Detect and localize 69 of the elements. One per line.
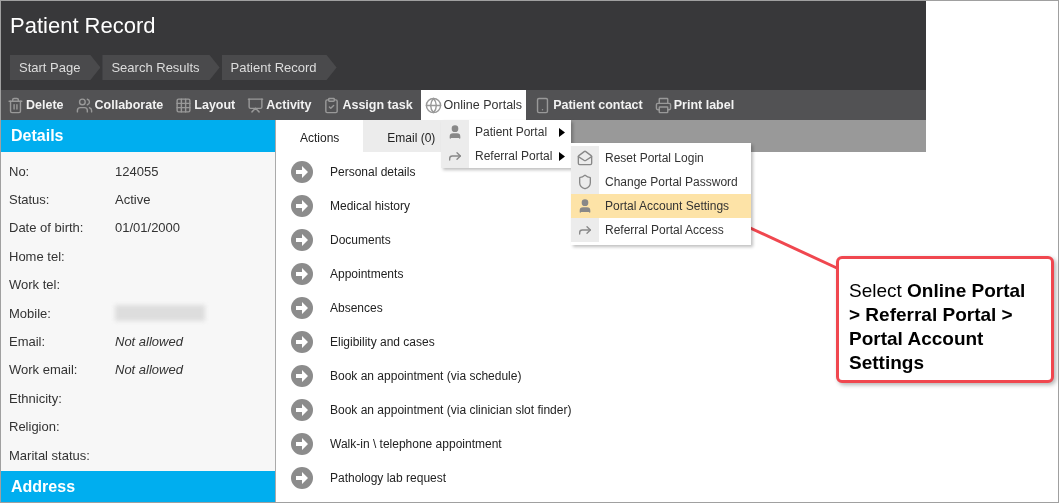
printer-icon	[654, 96, 672, 114]
action-link[interactable]: Appointments	[330, 267, 404, 281]
clipboard-check-icon	[323, 96, 341, 114]
menu-item[interactable]: Reset Portal Login	[571, 146, 751, 170]
field-label: Status:	[9, 192, 51, 208]
field-value: Not allowed	[115, 362, 183, 378]
arrow-circle-icon	[290, 160, 314, 184]
arrow-circle-icon	[290, 330, 314, 354]
envelope-icon	[577, 150, 593, 166]
toolbar-button[interactable]: Print label	[650, 90, 739, 120]
field-value: 01/01/2000	[115, 220, 181, 236]
section-header: Details	[1, 120, 275, 152]
caret-icon	[559, 128, 565, 137]
person-icon	[577, 198, 593, 214]
toolbar-button[interactable]: Assign task	[319, 90, 417, 120]
field-label: Marital status:	[9, 447, 91, 463]
arrow-circle-icon	[290, 398, 314, 422]
arrow-circle-icon	[290, 432, 314, 456]
breadcrumb[interactable]: Start Page	[10, 55, 101, 80]
grid-icon	[175, 96, 193, 114]
action-link[interactable]: Book an appointment (via schedule)	[330, 369, 522, 383]
field-value: Active	[115, 192, 151, 208]
tab[interactable]: Actions	[276, 120, 364, 152]
arrow-circle-icon	[290, 296, 314, 320]
toolbar-button[interactable]: Online Portals	[420, 90, 527, 120]
action-link[interactable]: Documents	[330, 233, 391, 247]
arrow-circle-icon	[290, 262, 314, 286]
action-link[interactable]: Medical history	[330, 199, 411, 213]
toolbar-button[interactable]: Collaborate	[71, 90, 168, 120]
breadcrumb[interactable]: Patient Record	[221, 55, 337, 80]
arrow-circle-icon	[290, 364, 314, 388]
action-link[interactable]: Absences	[330, 301, 383, 315]
section-header: Address	[1, 471, 275, 502]
arrow-circle-icon	[290, 194, 314, 218]
toolbar-button[interactable]: Activity	[243, 90, 316, 120]
action-link[interactable]: Personal details	[330, 165, 416, 179]
callout-note: Select Online Portal > Referral Portal > Portal Account Settings	[836, 256, 1054, 383]
caret-icon	[559, 152, 565, 161]
action-link[interactable]: Walk-in \ telephone appointment	[330, 437, 502, 451]
menu-item[interactable]: Change Portal Password	[571, 170, 751, 194]
field-value: Not allowed	[115, 334, 183, 350]
toolbar-button[interactable]: Delete	[3, 90, 68, 120]
field-label: No:	[9, 163, 31, 179]
field-label: Home tel:	[9, 248, 66, 264]
field-label: Religion:	[9, 419, 61, 435]
field-label: Email:	[9, 334, 47, 350]
menu-item[interactable]: Referral Portal Access	[571, 218, 751, 242]
field-label: Work email:	[9, 362, 79, 378]
field-value: 124055	[115, 163, 159, 179]
action-link[interactable]: Eligibility and cases	[330, 335, 435, 349]
trash-icon	[7, 96, 24, 114]
toolbar-button[interactable]: Patient contact	[530, 90, 647, 120]
field-label: Date of birth:	[9, 220, 85, 236]
shield-icon	[577, 174, 593, 190]
menu-item[interactable]: Portal Account Settings	[571, 194, 751, 218]
arrow-circle-icon	[290, 466, 314, 490]
breadcrumb[interactable]: Search Results	[102, 55, 220, 80]
action-link[interactable]: Book an appointment (via clinician slot finder)	[330, 403, 572, 417]
arrow-circle-icon	[290, 228, 314, 252]
toolbar-button[interactable]: Layout	[171, 90, 240, 120]
globe-icon	[424, 96, 442, 114]
chart-board-icon	[247, 96, 265, 114]
people-icon	[75, 96, 93, 114]
action-link[interactable]: Pathology lab request	[330, 471, 447, 485]
field-label: Ethnicity:	[9, 390, 63, 406]
field-label: Mobile:	[9, 305, 52, 321]
field-label: Work tel:	[9, 277, 62, 293]
page-title: Patient Record	[10, 12, 157, 40]
person-icon	[447, 124, 463, 140]
